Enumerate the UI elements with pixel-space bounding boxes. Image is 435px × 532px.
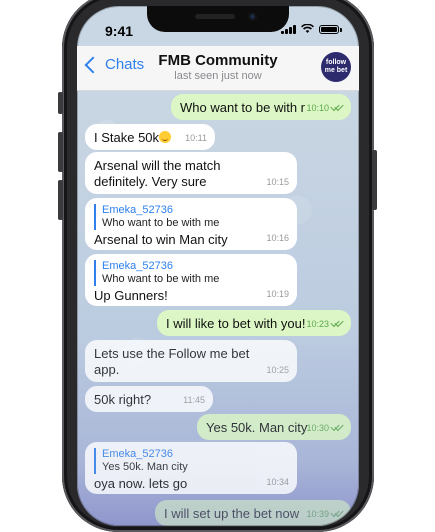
message-text: I will like to bet with you! xyxy=(166,316,306,331)
message-bubble-incoming[interactable]: 50k right? 11:45 xyxy=(85,386,213,412)
message-time: 10:16 xyxy=(266,233,289,243)
message-list[interactable]: Who want to be with r 10:10 I Stake 50k … xyxy=(77,90,359,526)
message-bubble-incoming[interactable]: I Stake 50k 10:11 xyxy=(85,124,215,150)
battery-icon xyxy=(319,24,342,34)
message-bubble-outgoing[interactable]: I will like to bet with you! 10:23 xyxy=(157,310,351,336)
message-bubble-reply[interactable]: Emeka_52736 Who want to be with me Arsen… xyxy=(85,198,297,250)
status-time: 9:41 xyxy=(105,23,134,39)
message-bubble-outgoing[interactable]: I will set up the bet now 10:39 xyxy=(155,500,351,526)
reply-quoted-text: Who want to be with me xyxy=(102,217,220,229)
grinning-emoji-icon xyxy=(159,131,172,143)
message-time: 10:19 xyxy=(266,289,289,299)
message-time: 10:15 xyxy=(266,177,289,187)
phone-screen: 9:41 Chats FMB Community last seen just … xyxy=(77,6,359,526)
group-avatar[interactable]: follow me bet xyxy=(321,52,351,82)
message-bubble-reply[interactable]: Emeka_52736 Who want to be with me Up Gu… xyxy=(85,254,297,306)
message-text: Arsenal to win Man city xyxy=(94,232,228,247)
message-time: 11:45 xyxy=(183,395,205,405)
speaker-grille xyxy=(195,14,235,19)
reply-author: Emeka_52736 xyxy=(102,260,173,272)
avatar-logo-text: follow me bet xyxy=(324,59,348,74)
front-camera xyxy=(248,12,257,21)
message-bubble-reply[interactable]: Emeka_52736 Yes 50k. Man city oya now. l… xyxy=(85,442,297,494)
message-time: 10:11 xyxy=(185,133,207,143)
reply-quote[interactable]: Emeka_52736 Who want to be with me xyxy=(94,204,288,230)
power-button xyxy=(372,150,377,210)
reply-quoted-text: Yes 50k. Man city xyxy=(102,461,188,473)
message-text: Arsenal will the match definitely. Very … xyxy=(94,158,221,189)
reply-author: Emeka_52736 xyxy=(102,204,173,216)
message-bubble-incoming[interactable]: Lets use the Follow me bet app. 10:25 xyxy=(85,340,297,382)
volume-up-button xyxy=(58,132,63,172)
volume-down-button xyxy=(58,180,63,220)
message-text: Yes 50k. Man city xyxy=(206,420,308,435)
message-time: 10:34 xyxy=(266,477,289,487)
chat-header: Chats FMB Community last seen just now f… xyxy=(77,46,359,91)
notch xyxy=(147,6,289,32)
reply-quote[interactable]: Emeka_52736 Who want to be with me xyxy=(94,260,288,286)
message-text: oya now. lets go xyxy=(94,476,188,491)
chat-subtitle: last seen just now xyxy=(174,70,262,82)
reply-quoted-text: Who want to be with me xyxy=(102,273,220,285)
reply-quote[interactable]: Emeka_52736 Yes 50k. Man city xyxy=(94,448,288,474)
message-bubble-incoming[interactable]: Arsenal will the match definitely. Very … xyxy=(85,152,297,194)
chat-title-area[interactable]: FMB Community last seen just now xyxy=(77,52,359,82)
message-meta: 10:30 xyxy=(306,420,344,436)
mute-switch xyxy=(58,92,63,114)
message-bubble-outgoing[interactable]: Yes 50k. Man city 10:30 xyxy=(197,414,351,440)
wifi-icon xyxy=(301,24,314,33)
message-time: 10:25 xyxy=(266,365,289,375)
message-text: 50k right? xyxy=(94,392,152,407)
message-text: Up Gunners! xyxy=(94,288,168,303)
reply-author: Emeka_52736 xyxy=(102,448,173,460)
message-text: I Stake 50k xyxy=(94,130,160,145)
status-icons xyxy=(281,24,342,34)
message-text: Lets use the Follow me bet app. xyxy=(94,346,250,377)
message-meta: 10:23 xyxy=(306,316,344,332)
chat-title: FMB Community xyxy=(158,52,278,69)
message-bubble-outgoing[interactable]: Who want to be with r 10:10 xyxy=(171,94,351,120)
message-text: Who want to be with r xyxy=(180,100,305,115)
message-meta: 10:39 xyxy=(306,506,344,522)
message-meta: 10:10 xyxy=(306,100,344,116)
